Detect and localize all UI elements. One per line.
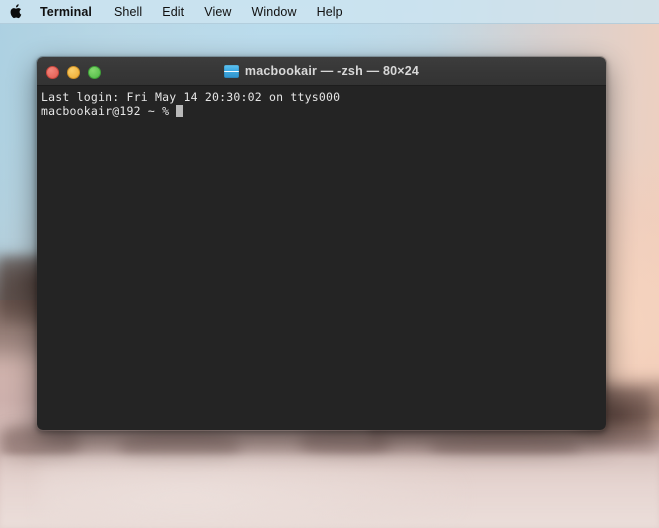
window-title-group: macbookair — -zsh — 80×24 — [37, 64, 606, 78]
terminal-window[interactable]: macbookair — -zsh — 80×24 Last login: Fr… — [36, 56, 607, 431]
menu-item-view[interactable]: View — [194, 0, 241, 24]
window-title-bar[interactable]: macbookair — -zsh — 80×24 — [37, 57, 606, 86]
maximize-button[interactable] — [88, 66, 101, 79]
apple-logo-icon — [10, 3, 21, 18]
wallpaper-mist — [40, 452, 460, 528]
window-controls — [46, 66, 101, 79]
menu-item-edit[interactable]: Edit — [152, 0, 194, 24]
menu-item-terminal[interactable]: Terminal — [30, 0, 104, 24]
window-title: macbookair — -zsh — 80×24 — [244, 64, 420, 78]
close-button[interactable] — [46, 66, 59, 79]
terminal-line-last-login: Last login: Fri May 14 20:30:02 on ttys0… — [41, 90, 341, 104]
menu-bar: Terminal Shell Edit View Window Help — [0, 0, 659, 24]
terminal-prompt: macbookair@192 ~ % — [41, 104, 177, 118]
terminal-folder-icon — [223, 64, 239, 78]
minimize-button[interactable] — [67, 66, 80, 79]
apple-menu-button[interactable] — [0, 3, 30, 20]
menu-item-help[interactable]: Help — [307, 0, 353, 24]
menu-item-window[interactable]: Window — [242, 0, 307, 24]
terminal-cursor — [176, 105, 184, 117]
terminal-prompt-line: macbookair@192 ~ % — [41, 104, 606, 118]
menu-item-shell[interactable]: Shell — [104, 0, 152, 24]
terminal-output-area[interactable]: Last login: Fri May 14 20:30:02 on ttys0… — [37, 86, 606, 430]
